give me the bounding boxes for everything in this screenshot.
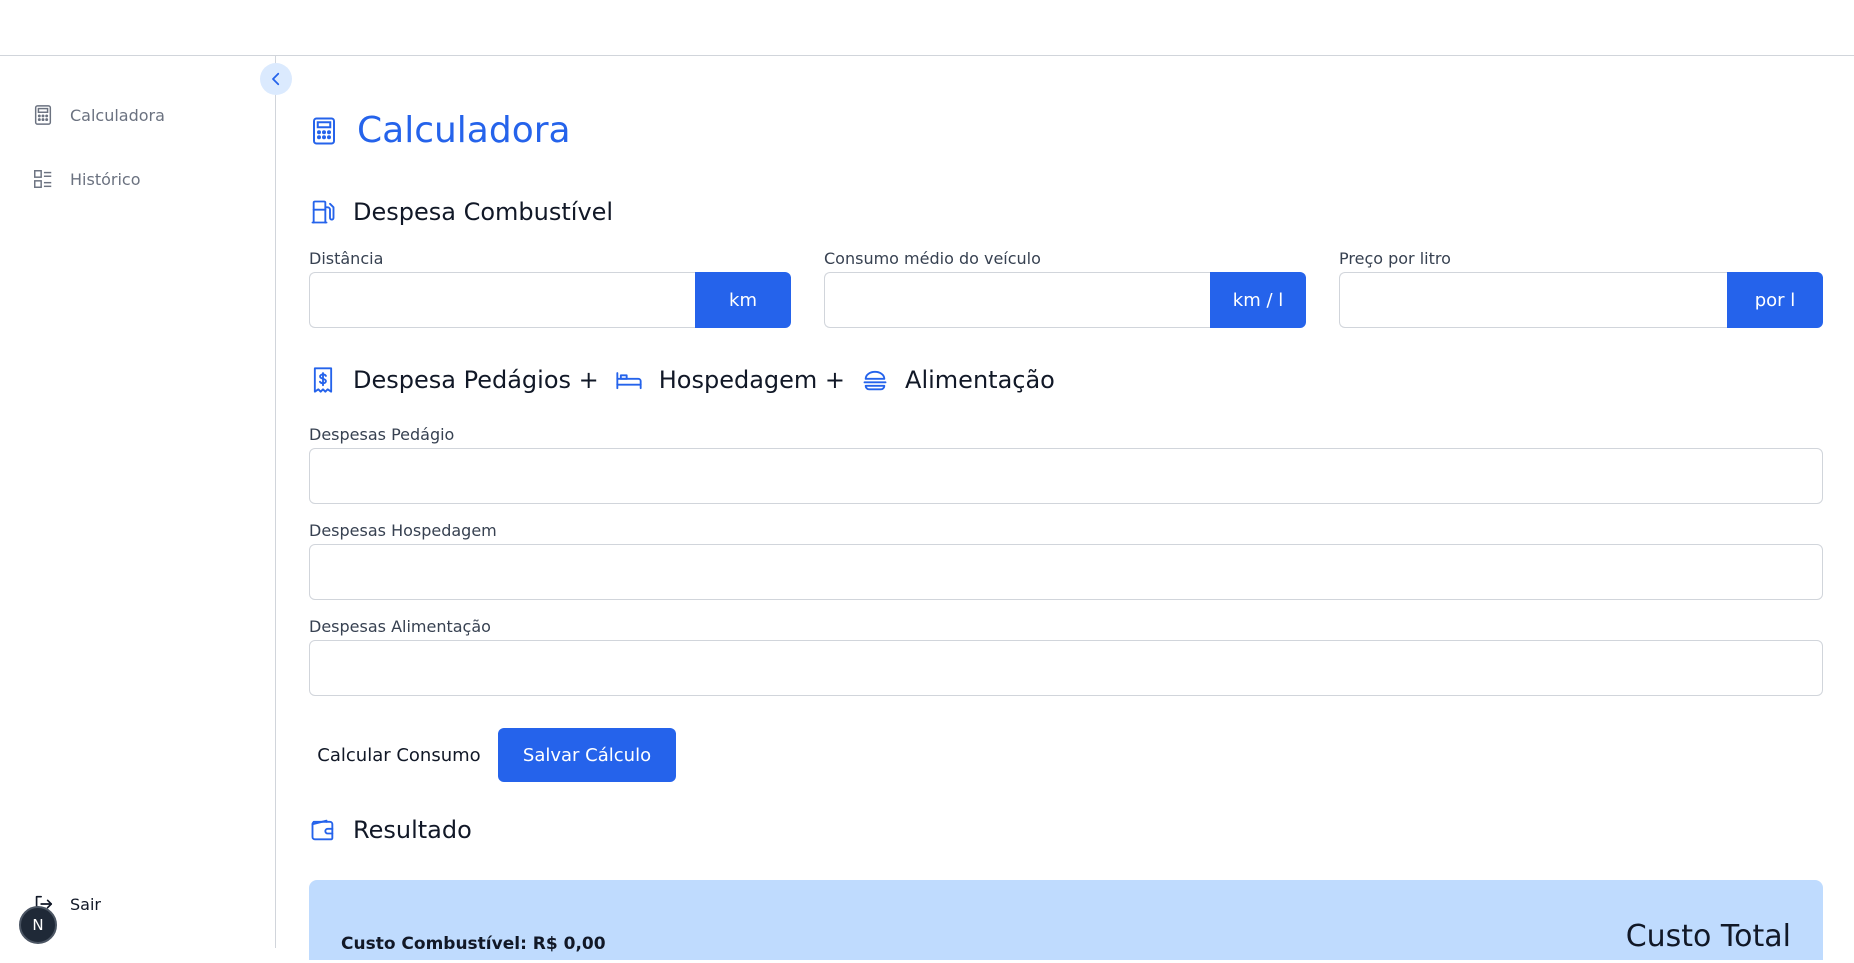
food-field-label: Despesas Alimentação — [309, 617, 491, 636]
main-content: Calculadora Despesa Combustível Distânci… — [309, 56, 1823, 960]
list-icon — [34, 170, 52, 188]
tolls-label: Despesa Pedágios + — [353, 366, 599, 394]
chevron-left-icon — [272, 72, 280, 86]
price-label: Preço por litro — [1339, 249, 1451, 268]
distance-group: km — [309, 272, 791, 328]
extras-section-title: Despesa Pedágios + Hospedagem + Alimenta… — [309, 366, 1055, 394]
distance-input[interactable] — [309, 272, 695, 328]
fuel-section-label: Despesa Combustível — [353, 198, 614, 226]
result-section-title: Resultado — [309, 816, 472, 844]
fuel-pump-icon — [311, 200, 335, 224]
total-cost-label: Custo Total — [1625, 919, 1791, 954]
consumption-input[interactable] — [824, 272, 1210, 328]
lodging-field-label: Despesas Hospedagem — [309, 521, 497, 540]
price-group: por l — [1339, 272, 1823, 328]
sidebar-collapse-button[interactable] — [260, 63, 292, 95]
food-input[interactable] — [309, 640, 1823, 696]
calculate-button[interactable]: Calcular Consumo — [309, 728, 489, 782]
food-label: Alimentação — [905, 366, 1055, 394]
consumption-label: Consumo médio do veículo — [824, 249, 1041, 268]
page-title: Calculadora — [309, 110, 571, 151]
price-unit: por l — [1727, 272, 1823, 328]
price-per-liter-input[interactable] — [1339, 272, 1727, 328]
receipt-icon — [313, 367, 333, 393]
calculator-icon — [34, 105, 52, 125]
bed-icon — [616, 372, 642, 390]
consumption-unit: km / l — [1210, 272, 1306, 328]
fuel-cost-value: Custo Combustível: R$ 0,00 — [341, 934, 606, 954]
page-title-text: Calculadora — [357, 110, 571, 151]
top-bar — [0, 0, 1854, 56]
burger-icon — [863, 370, 887, 391]
sidebar-item-label: Calculadora — [70, 105, 165, 125]
sidebar-item-calculadora[interactable]: Calculadora — [32, 104, 165, 126]
wallet-icon — [311, 819, 334, 841]
result-label: Resultado — [353, 816, 472, 844]
lodging-input[interactable] — [309, 544, 1823, 600]
distance-label: Distância — [309, 249, 384, 268]
result-card: Custo Combustível: R$ 0,00 Custo Total — [309, 880, 1823, 960]
sidebar-item-historico[interactable]: Histórico — [32, 168, 140, 190]
tolls-input[interactable] — [309, 448, 1823, 504]
sidebar-item-label: Histórico — [70, 169, 141, 189]
distance-unit: km — [695, 272, 791, 328]
avatar[interactable]: N — [19, 906, 57, 944]
avatar-initial: N — [32, 916, 44, 934]
fuel-section-title: Despesa Combustível — [309, 198, 613, 226]
logout-label: Sair — [70, 894, 101, 914]
tolls-field-label: Despesas Pedágio — [309, 425, 455, 444]
save-calculation-button[interactable]: Salvar Cálculo — [498, 728, 676, 782]
consumption-group: km / l — [824, 272, 1306, 328]
lodging-label: Hospedagem + — [658, 366, 846, 394]
calculator-icon — [313, 117, 335, 144]
